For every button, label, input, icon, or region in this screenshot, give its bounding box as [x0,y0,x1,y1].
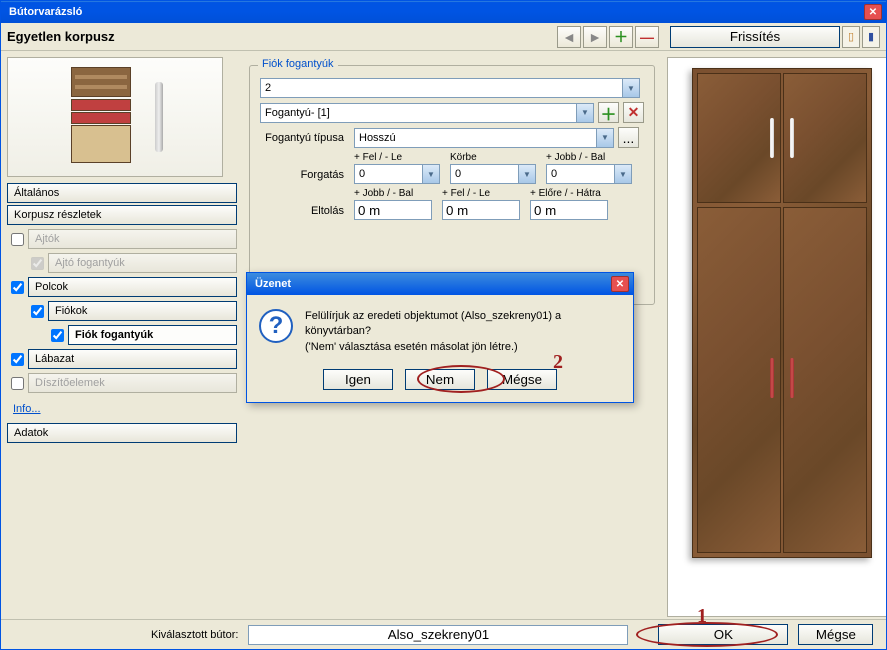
offset-rightleft-input[interactable] [354,200,432,220]
nav-add-button[interactable]: ＋ [609,26,633,48]
rot-header-2: Körbe [450,152,536,164]
tool-icon-1[interactable]: ▯ [842,26,860,48]
preview-3d [667,57,886,617]
annotation-1: 1 [697,605,707,628]
window-title: Bútorvarázsló [5,6,864,18]
footer: Kiválasztott bútor: OK Mégse [1,619,886,649]
check-labazat[interactable] [11,353,24,366]
nav-labazat[interactable]: Lábazat [28,349,237,369]
window-close-button[interactable]: ✕ [864,4,882,20]
selected-furniture-input[interactable] [248,625,628,645]
nav-adatok[interactable]: Adatok [7,423,237,443]
off-header-3: + Előre / - Hátra [530,188,608,200]
dialog-title: Üzenet [251,278,611,290]
dialog-yes-button[interactable]: Igen [323,369,393,390]
rotation-label: Forgatás [260,169,350,184]
check-polcok[interactable] [11,281,24,294]
dropdown-arrow-icon: ▼ [596,129,613,147]
handle-type-more-button[interactable]: ... [618,127,639,148]
dialog-no-button[interactable]: Nem [405,369,475,390]
dropdown-arrow-icon: ▼ [576,104,593,122]
rotation-rightleft-select[interactable]: 0▼ [546,164,632,184]
toolbar: Egyetlen korpusz ◄ ► ＋ — Frissítés ▯ ▮ [1,23,886,51]
message-dialog: Üzenet ✕ ? Felülírjuk az eredeti objektu… [246,272,634,403]
handle-type-select[interactable]: Hosszú ▼ [354,128,614,148]
off-header-1: + Jobb / - Bal [354,188,432,200]
window-titlebar: Bútorvarázsló ✕ [1,1,886,23]
offset-label: Eltolás [260,205,350,220]
dropdown-arrow-icon: ▼ [422,165,439,183]
check-diszito[interactable] [11,377,24,390]
check-fiok-fogantyuk[interactable] [51,329,64,342]
offset-updown-input[interactable] [442,200,520,220]
handle-group: Fiók fogantyúk 2 ▼ Fogantyú- [1] ▼ ＋ ✕ [249,65,655,305]
handle-name-select[interactable]: Fogantyú- [1] ▼ [260,103,594,123]
nav-fiok-fogantyuk[interactable]: Fiók fogantyúk [68,325,237,345]
nav-korpusz-reszletek[interactable]: Korpusz részletek [7,205,237,225]
nav-diszitoelemek[interactable]: Díszítőelemek [28,373,237,393]
thumbnail-preview [7,57,223,177]
right-panel [661,51,886,619]
rotation-around-select[interactable]: 0▼ [450,164,536,184]
nav-ajtok[interactable]: Ajtók [28,229,237,249]
nav-back-button[interactable]: ◄ [557,26,581,48]
nav-ajto-fogantyuk: Ajtó fogantyúk [48,253,237,273]
add-handle-button[interactable]: ＋ [598,102,619,123]
nav-forward-button[interactable]: ► [583,26,607,48]
annotation-2: 2 [553,351,563,374]
nav-fiokok[interactable]: Fiókok [48,301,237,321]
check-fiokok[interactable] [31,305,44,318]
dialog-message: Felülírjuk az eredeti objektumot (Also_s… [305,309,621,355]
page-subtitle: Egyetlen korpusz [7,29,556,44]
selected-furniture-label: Kiválasztott bútor: [151,629,248,641]
dropdown-arrow-icon: ▼ [622,79,639,97]
thumbnail-cabinet-icon [67,67,135,167]
info-link[interactable]: Info... [7,399,237,419]
check-ajtok[interactable] [11,233,24,246]
dropdown-arrow-icon: ▼ [518,165,535,183]
dropdown-arrow-icon: ▼ [614,165,631,183]
rot-header-1: + Fel / - Le [354,152,440,164]
handle-count-select[interactable]: 2 ▼ [260,78,640,98]
cabinet-3d-icon [692,68,872,558]
group-title: Fiók fogantyúk [258,58,338,70]
ok-button[interactable]: OK [658,624,788,645]
nav-polcok[interactable]: Polcok [28,277,237,297]
update-button[interactable]: Frissítés [670,26,840,48]
handle-type-label: Fogantyú típusa [260,132,350,144]
question-icon: ? [259,309,293,343]
thumbnail-handle-icon [155,82,163,152]
tool-icon-2[interactable]: ▮ [862,26,880,48]
offset-frontback-input[interactable] [530,200,608,220]
check-ajto-fogantyuk [31,257,44,270]
dialog-titlebar: Üzenet ✕ [247,273,633,295]
rotation-updown-select[interactable]: 0▼ [354,164,440,184]
remove-handle-button[interactable]: ✕ [623,102,644,123]
nav-remove-button[interactable]: — [635,26,659,48]
left-panel: Általános Korpusz részletek Ajtók Ajtó f… [1,51,243,619]
rot-header-3: + Jobb / - Bal [546,152,632,164]
dialog-cancel-button[interactable]: Mégse [487,369,557,390]
cancel-button[interactable]: Mégse [798,624,873,645]
off-header-2: + Fel / - Le [442,188,520,200]
nav-altalnos[interactable]: Általános [7,183,237,203]
dialog-close-button[interactable]: ✕ [611,276,629,292]
